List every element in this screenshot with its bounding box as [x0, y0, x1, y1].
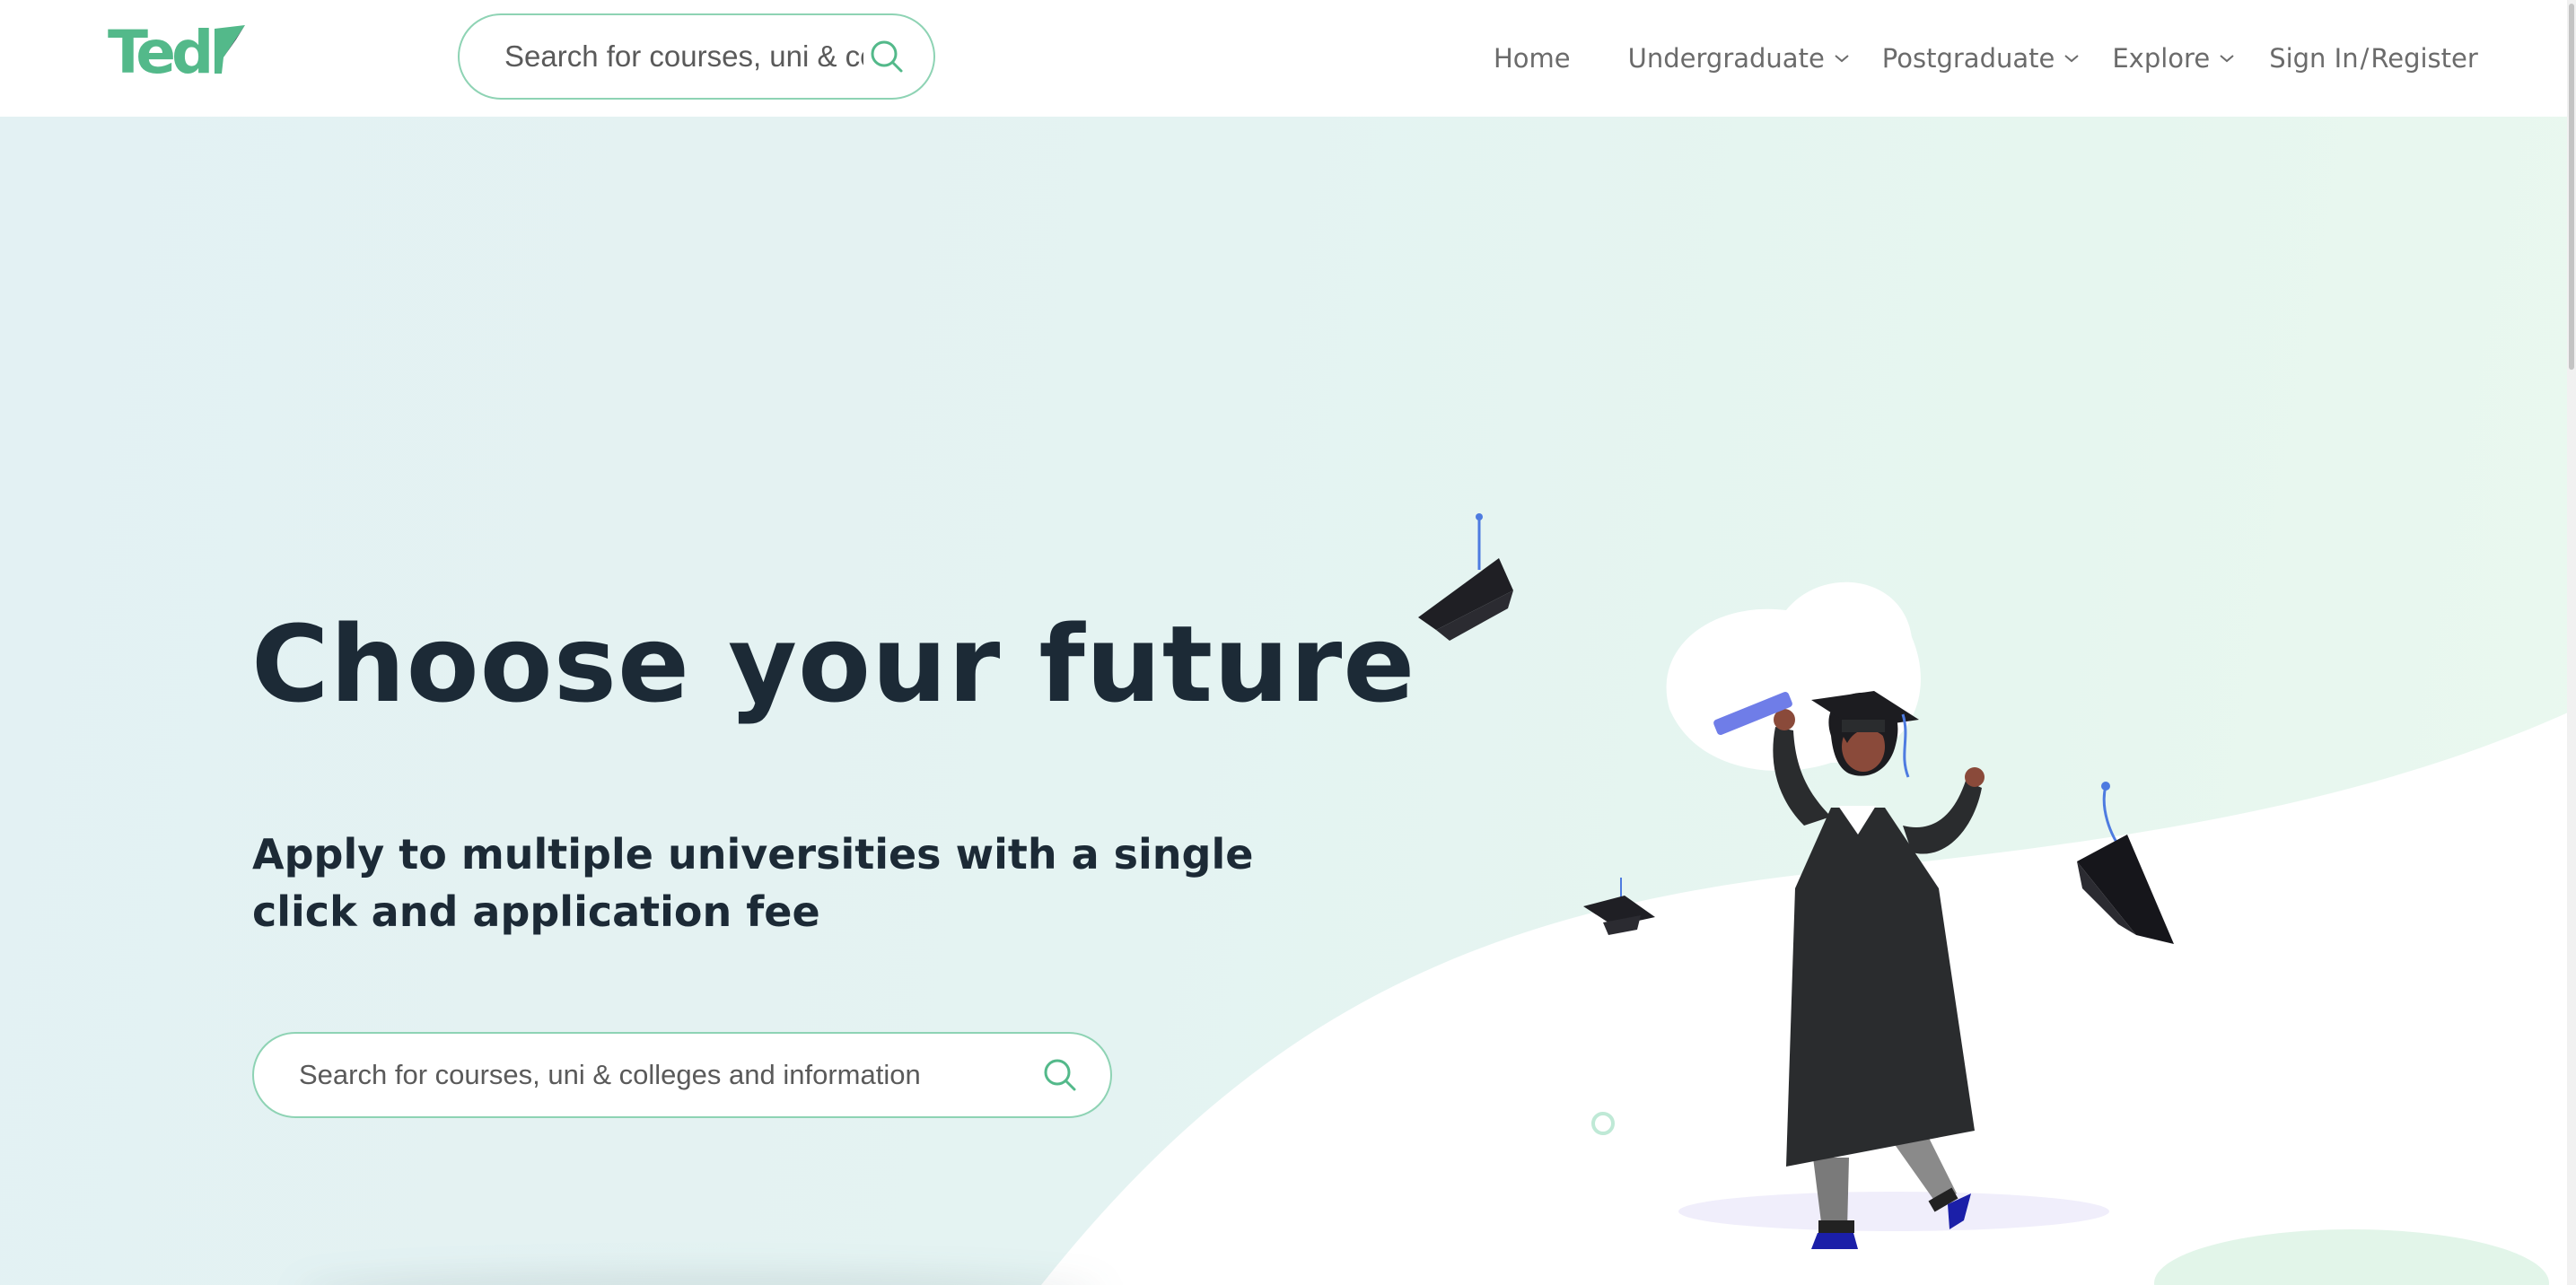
search-icon [871, 40, 903, 73]
chevron-down-icon [2220, 55, 2234, 63]
nav-home-label: Home [1494, 43, 1571, 74]
nav-undergraduate-dropdown[interactable]: Undergraduate [1628, 43, 1850, 74]
nav-postgraduate-label: Postgraduate [1881, 43, 2055, 74]
auth-links: Sign In / Register [2269, 43, 2478, 74]
nav-postgraduate-dropdown[interactable]: Postgraduate [1882, 43, 2081, 74]
nav-undergraduate-label: Undergraduate [1627, 43, 1825, 74]
brand-logo[interactable]: Ted [108, 20, 247, 83]
flying-cap-icon [1418, 513, 1513, 641]
flying-cap-icon [2077, 782, 2174, 944]
hero-search-input[interactable] [297, 1058, 1038, 1092]
flying-cap-icon [1583, 878, 1655, 935]
nav-explore-dropdown[interactable]: Explore [2112, 43, 2235, 74]
page: Ted Home Undergraduate [0, 0, 2576, 1285]
site-header: Ted Home Undergraduate [0, 0, 2576, 117]
scrollbar-thumb[interactable] [2569, 4, 2574, 370]
register-link[interactable]: Register [2370, 43, 2477, 74]
hero-title: Choose your future [251, 602, 1416, 726]
header-search-input[interactable] [503, 39, 865, 74]
header-search-button[interactable] [865, 35, 908, 78]
logo-flag-icon [215, 25, 246, 74]
chevron-down-icon [2064, 55, 2080, 63]
search-icon [1044, 1059, 1076, 1091]
sign-in-link[interactable]: Sign In [2269, 43, 2358, 74]
logo-wordmark: Ted [108, 18, 214, 87]
nav-explore-label: Explore [2112, 43, 2211, 74]
header-search-bar [458, 13, 935, 100]
chevron-down-icon [1835, 55, 1849, 63]
hero-section: Choose your future Apply to multiple uni… [0, 117, 2576, 1285]
hero-search-button[interactable] [1038, 1053, 1082, 1097]
main-nav: Home Undergraduate Postgraduate Explore [1494, 36, 2478, 81]
auth-separator: / [2360, 43, 2370, 74]
hero-subtitle: Apply to multiple universities with a si… [252, 830, 1254, 936]
graduate-illustration [1418, 513, 2174, 1249]
page-scrollbar[interactable] [2567, 0, 2576, 1285]
decor-ring [1591, 1112, 1615, 1135]
graduate-figure [1713, 691, 1985, 1249]
hero-search-bar [252, 1032, 1112, 1118]
nav-home[interactable]: Home [1494, 43, 1571, 74]
ground-shadow [1678, 1192, 2109, 1231]
